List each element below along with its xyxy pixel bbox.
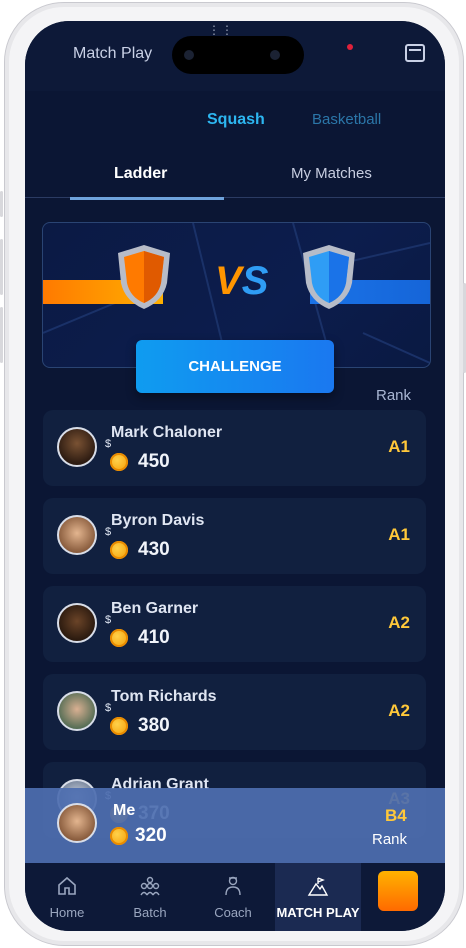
player-name: Ben Garner — [111, 600, 199, 617]
avatar — [57, 427, 97, 467]
rank-column-header: Rank — [376, 387, 412, 404]
challenge-button[interactable]: CHALLENGE — [136, 340, 334, 393]
versus-label: VS — [215, 259, 268, 304]
player-points: 430 — [138, 539, 170, 560]
coin-icon — [110, 827, 128, 845]
volume-up-button — [0, 239, 3, 295]
blue-shield-icon — [303, 245, 355, 309]
my-rank: B4 — [385, 806, 407, 825]
avatar — [57, 691, 97, 731]
tab-active-indicator — [70, 197, 224, 200]
notification-dot-icon — [347, 44, 353, 50]
app-title: Match Play — [73, 45, 153, 62]
vs-letter-v: V — [215, 259, 242, 303]
coin-icon — [110, 541, 128, 559]
calendar-icon[interactable] — [405, 44, 425, 62]
player-card[interactable]: Tom Richards $ 380 A2 — [43, 674, 426, 750]
my-rank-label: Rank — [372, 831, 408, 848]
bottom-navigation: Home Batch Coach MATCH PLAY — [25, 863, 445, 931]
my-avatar — [57, 803, 97, 843]
player-card[interactable]: Mark Chaloner $ 450 A1 — [43, 410, 426, 486]
player-rank: A2 — [388, 613, 410, 632]
avatar — [57, 515, 97, 555]
nav-item-coach[interactable]: Coach — [191, 863, 275, 931]
player-name: Mark Chaloner — [111, 424, 223, 441]
nav-item-batch[interactable]: Batch — [109, 863, 191, 931]
player-points: 380 — [138, 715, 170, 736]
currency-symbol: $ — [105, 614, 112, 626]
home-icon — [58, 876, 76, 895]
player-name: Tom Richards — [111, 688, 217, 705]
player-name: Byron Davis — [111, 512, 205, 529]
camera-icon — [184, 50, 194, 60]
my-rank-bar[interactable]: Me 320 B4 Rank — [25, 788, 445, 863]
nav-label: MATCH PLAY — [276, 905, 360, 920]
coin-icon — [110, 629, 128, 647]
vs-letter-s: S — [241, 259, 269, 303]
phone-frame: ⋮⋮ Match Play Squash Basketball Ladder M… — [0, 2, 466, 946]
currency-symbol: $ — [105, 526, 112, 538]
nav-item-match-play[interactable]: MATCH PLAY — [275, 863, 361, 931]
avatar — [57, 603, 97, 643]
batch-icon — [140, 876, 160, 896]
player-rank: A1 — [388, 437, 410, 456]
player-card[interactable]: Ben Garner $ 410 A2 — [43, 586, 426, 662]
screen: ⋮⋮ Match Play Squash Basketball Ladder M… — [25, 21, 445, 931]
mountain-flag-icon — [307, 877, 329, 896]
player-points: 410 — [138, 627, 170, 648]
my-points: 320 — [135, 825, 167, 846]
sport-tab-basketball[interactable]: Basketball — [312, 111, 381, 128]
action-square-button[interactable] — [378, 871, 418, 911]
sport-tab-squash[interactable]: Squash — [207, 111, 265, 129]
tab-my-matches[interactable]: My Matches — [291, 165, 372, 182]
tab-ladder[interactable]: Ladder — [114, 165, 167, 183]
player-card[interactable]: Byron Davis $ 430 A1 — [43, 498, 426, 574]
side-button — [0, 191, 3, 217]
nav-label: Batch — [133, 905, 167, 920]
grip-dots-icon: ⋮⋮ — [208, 23, 234, 37]
volume-down-button — [0, 307, 3, 363]
nav-item-home[interactable]: Home — [25, 863, 109, 931]
top-bar: ⋮⋮ Match Play — [25, 21, 445, 91]
sensor-icon — [270, 50, 280, 60]
coin-icon — [110, 717, 128, 735]
currency-symbol: $ — [105, 438, 112, 450]
orange-shield-icon — [118, 245, 170, 309]
my-name: Me — [113, 802, 136, 819]
player-rank: A1 — [388, 525, 410, 544]
player-points: 450 — [138, 451, 170, 472]
coach-icon — [225, 876, 241, 896]
currency-symbol: $ — [105, 702, 112, 714]
player-rank: A2 — [388, 701, 410, 720]
nav-label: Coach — [214, 905, 252, 920]
dynamic-island — [172, 36, 304, 74]
nav-label: Home — [49, 905, 85, 920]
coin-icon — [110, 453, 128, 471]
